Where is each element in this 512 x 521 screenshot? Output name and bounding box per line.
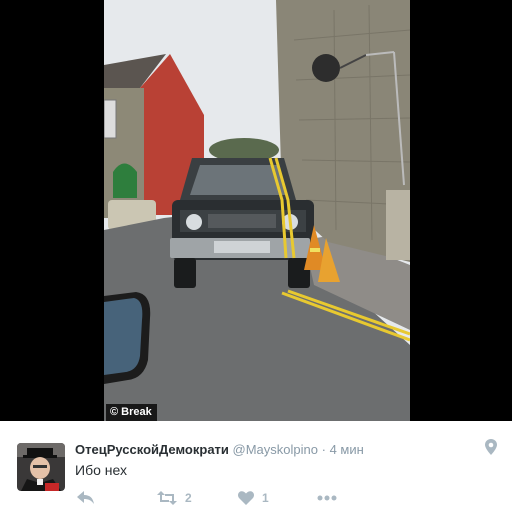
reply-button[interactable] (77, 489, 95, 507)
retweet-count: 2 (185, 491, 192, 505)
display-name[interactable]: ОтецРусскойДемократи (75, 442, 229, 457)
user-handle[interactable]: @Mayskolpino (233, 442, 318, 457)
header-separator: · (321, 442, 326, 457)
heart-icon (238, 491, 254, 505)
like-count: 1 (262, 491, 269, 505)
retweet-icon (157, 491, 177, 505)
car-photo[interactable] (104, 0, 410, 421)
like-button[interactable]: 1 (238, 489, 269, 507)
avatar[interactable] (17, 443, 65, 491)
tweet-text: Ибо нех (75, 462, 127, 478)
photo-credit: © Break (106, 404, 157, 421)
tweet-media[interactable]: © Break (0, 0, 512, 421)
tweet-card[interactable]: ОтецРусскойДемократи @Mayskolpino · 4 ми… (0, 421, 512, 521)
tweet-actions: 2 1 (0, 489, 512, 509)
reply-icon (77, 491, 94, 504)
tweet-timestamp[interactable]: 4 мин (330, 442, 364, 457)
retweet-button[interactable]: 2 (157, 489, 192, 507)
tweet-header: ОтецРусскойДемократи @Mayskolpino · 4 ми… (75, 442, 364, 458)
more-dots-icon (317, 495, 337, 501)
location-pin-icon[interactable] (484, 439, 498, 455)
more-button[interactable] (317, 489, 337, 507)
